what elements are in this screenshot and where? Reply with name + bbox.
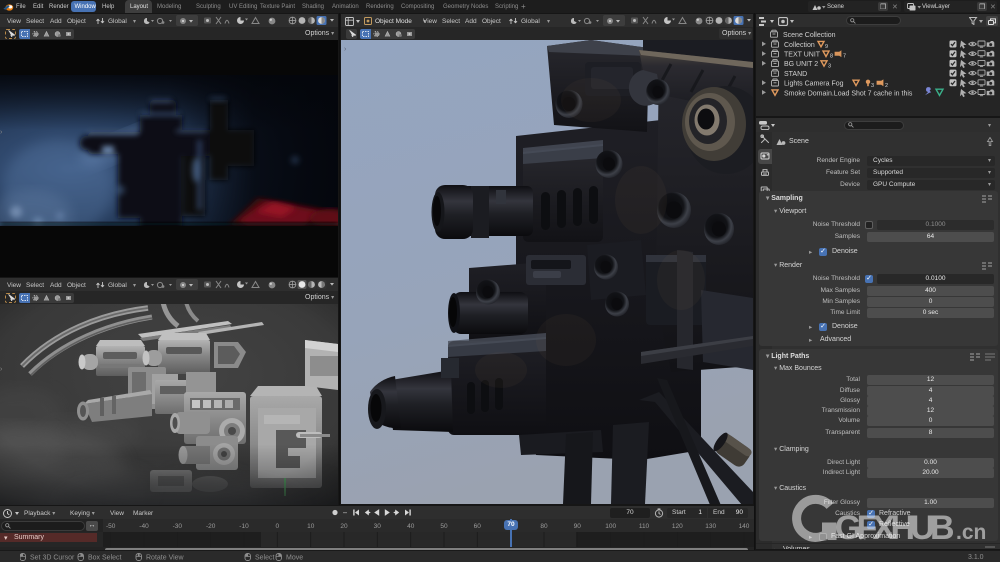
svg-text:Scene Collection: Scene Collection	[783, 32, 836, 39]
svg-text:40: 40	[407, 523, 415, 530]
svg-text:-10: -10	[239, 523, 249, 530]
svg-text:30: 30	[374, 523, 382, 530]
svg-text:3: 3	[828, 63, 831, 69]
svg-text:Set 3D Cursor: Set 3D Cursor	[30, 555, 75, 562]
svg-text:Lights Camera Fog: Lights Camera Fog	[784, 81, 844, 88]
svg-text:2: 2	[885, 83, 888, 89]
svg-text:Collection: Collection	[784, 42, 815, 49]
svg-text:7: 7	[843, 54, 846, 60]
svg-text:Move: Move	[286, 555, 303, 562]
svg-text:140: 140	[739, 523, 750, 530]
svg-text:Rotate View: Rotate View	[146, 555, 185, 562]
svg-text:3: 3	[871, 83, 874, 89]
svg-text:90: 90	[574, 523, 582, 530]
svg-text:Box Select: Box Select	[88, 555, 122, 562]
svg-text:130: 130	[705, 523, 716, 530]
svg-text:0: 0	[275, 523, 279, 530]
svg-text:110: 110	[639, 523, 650, 530]
svg-text:-20: -20	[206, 523, 216, 530]
svg-text:60: 60	[474, 523, 482, 530]
svg-text:-40: -40	[139, 523, 149, 530]
svg-text:9: 9	[825, 44, 828, 50]
svg-text:120: 120	[672, 523, 683, 530]
svg-text:50: 50	[440, 523, 448, 530]
svg-text:TEXT UNIT: TEXT UNIT	[784, 52, 821, 59]
svg-text:10: 10	[307, 523, 315, 530]
svg-text:8: 8	[830, 54, 833, 60]
svg-text:20: 20	[340, 523, 348, 530]
svg-text:BG UNIT 2: BG UNIT 2	[784, 61, 818, 68]
svg-text:-50: -50	[106, 523, 116, 530]
svg-text:Select: Select	[255, 555, 275, 562]
svg-text:-30: -30	[173, 523, 183, 530]
svg-text:100: 100	[605, 523, 616, 530]
svg-text:Smoke Domain.Load Shot 7 cache: Smoke Domain.Load Shot 7 cache in this	[784, 90, 913, 97]
svg-text:STAND: STAND	[784, 71, 807, 78]
svg-text:80: 80	[540, 523, 548, 530]
